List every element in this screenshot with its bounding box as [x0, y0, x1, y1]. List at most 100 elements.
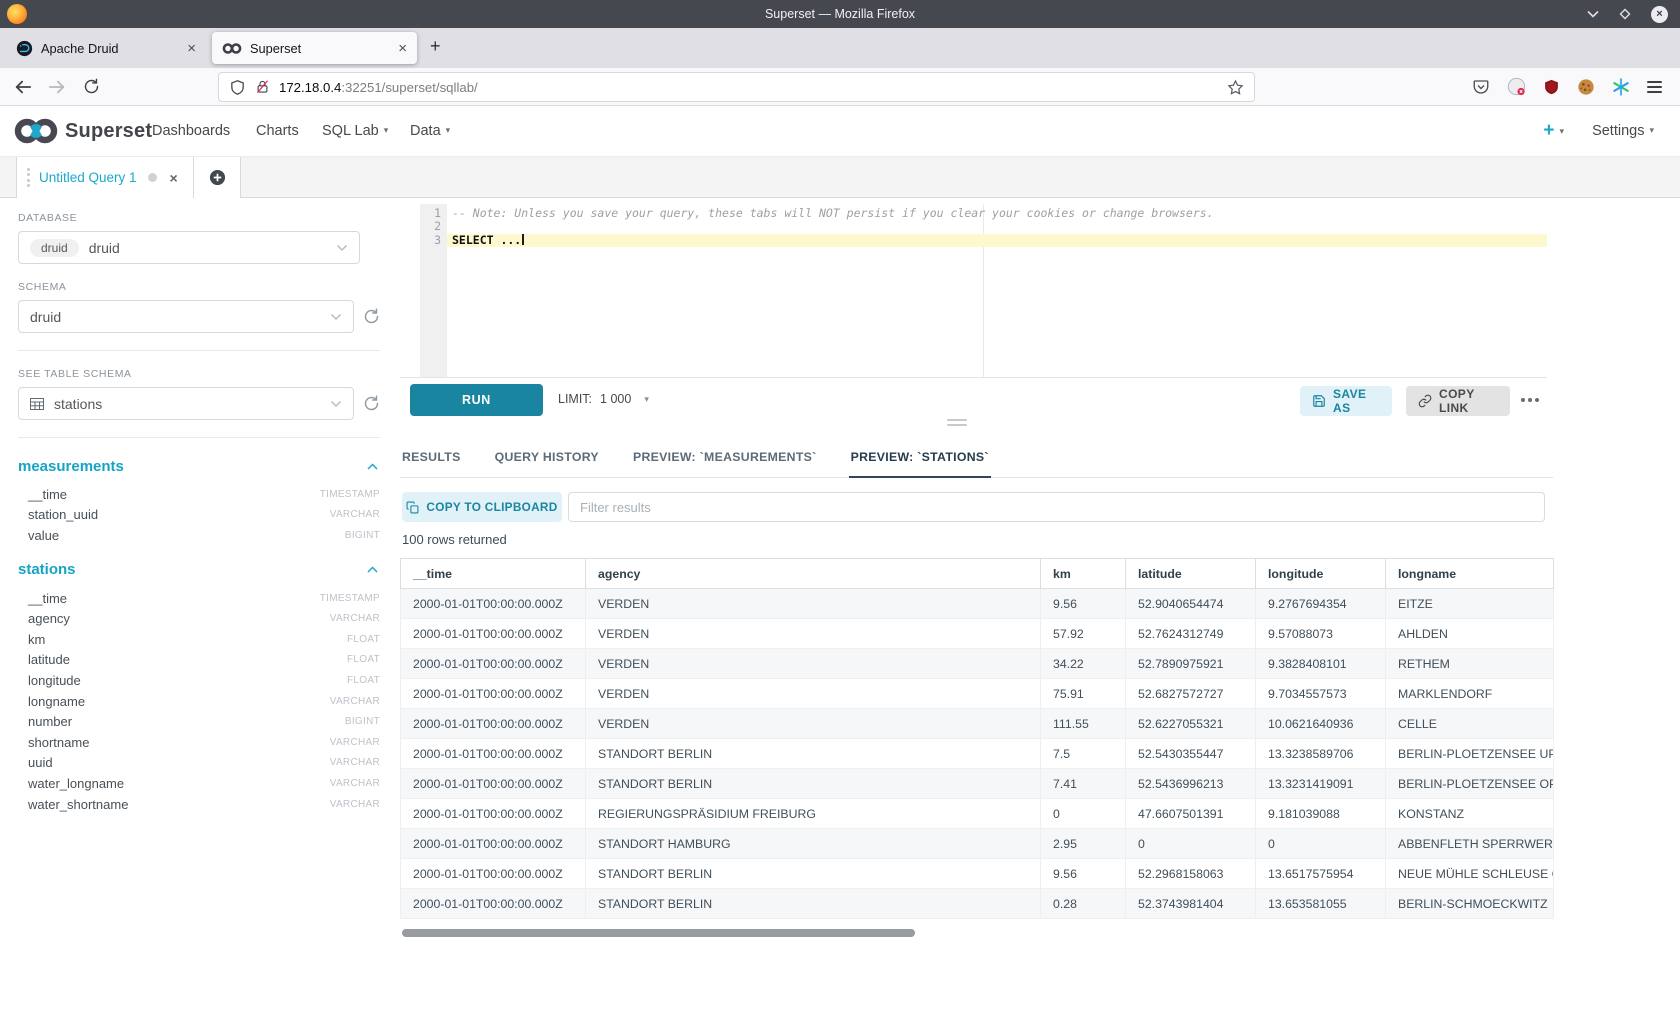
table-cell: BERLIN-PLOETZENSEE OP [1386, 769, 1554, 799]
table-cell: 9.3828408101 [1256, 649, 1386, 679]
nav-item-dashboards[interactable]: Dashboards [152, 123, 230, 139]
schema-select[interactable]: druid [18, 300, 354, 333]
filter-results-input[interactable] [568, 492, 1545, 522]
schema-column-row: __timeTIMESTAMP [18, 484, 380, 505]
database-select[interactable]: druid druid [18, 231, 360, 264]
table-cell: 2000-01-01T00:00:00.000Z [401, 799, 586, 829]
tab-close-icon[interactable]: × [398, 41, 407, 56]
schema-column-row: latitudeFLOAT [18, 650, 380, 671]
table-cell: 2000-01-01T00:00:00.000Z [401, 649, 586, 679]
table-row: 2000-01-01T00:00:00.000ZSTANDORT BERLIN0… [401, 889, 1554, 919]
window-title: Superset — Mozilla Firefox [0, 7, 1680, 21]
sql-editor[interactable]: 123 -- Note: Unless you save your query,… [420, 204, 1547, 377]
column-header-__time[interactable]: __time [401, 559, 586, 589]
window-close-button[interactable]: × [1651, 6, 1668, 23]
insecure-lock-icon[interactable] [255, 79, 270, 95]
settings-menu[interactable]: Settings▾ [1592, 123, 1654, 139]
table-cell: 2000-01-01T00:00:00.000Z [401, 679, 586, 709]
table-schema-select[interactable]: stations [18, 387, 354, 420]
copy-link-button[interactable]: COPY LINK [1406, 386, 1510, 416]
drag-grip-icon [27, 168, 30, 188]
column-type: BIGINT [345, 530, 380, 541]
unsaved-indicator-dot [148, 173, 157, 182]
browser-tab-apache-druid[interactable]: Apache Druid × [6, 32, 206, 64]
window-maximize-button[interactable] [1618, 7, 1632, 21]
schema-table-toggle[interactable]: measurements [18, 455, 378, 477]
table-cell: 9.56 [1041, 859, 1126, 889]
pocket-icon[interactable] [1472, 78, 1490, 96]
chevron-down-icon: ▾ [446, 125, 451, 135]
table-cell: 52.5430355447 [1126, 739, 1256, 769]
save-as-button[interactable]: SAVE AS [1300, 386, 1392, 416]
browser-tab-superset[interactable]: Superset × [212, 32, 417, 64]
bookmark-star-icon[interactable] [1227, 79, 1244, 96]
schema-value: druid [30, 309, 61, 325]
table-cell: BERLIN-SCHMOECKWITZ [1386, 889, 1554, 919]
code-line: SELECT ... [447, 234, 1547, 247]
menu-icon[interactable] [1647, 78, 1662, 96]
horizontal-scrollbar[interactable] [400, 929, 1553, 937]
extension-icon[interactable] [1507, 77, 1526, 96]
reload-icon[interactable] [83, 78, 100, 95]
tab-close-icon[interactable]: × [187, 41, 196, 56]
scrollbar-thumb[interactable] [402, 929, 915, 937]
query-tab-untitled-query-1[interactable]: Untitled Query 1 × [16, 157, 194, 198]
table-cell: ABBENFLETH SPERRWERK [1386, 829, 1554, 859]
shield-icon[interactable] [229, 79, 246, 96]
table-cell: 7.41 [1041, 769, 1126, 799]
copy-to-clipboard-button[interactable]: COPY TO CLIPBOARD [402, 492, 562, 522]
window-minimize-button[interactable] [1587, 10, 1599, 18]
column-name: __time [28, 487, 67, 502]
results-tab-0[interactable]: RESULTS [400, 437, 463, 478]
results-tab-1[interactable]: QUERY HISTORY [493, 437, 601, 478]
cookie-icon[interactable] [1577, 78, 1595, 96]
table-row: 2000-01-01T00:00:00.000ZSTANDORT BERLIN7… [401, 769, 1554, 799]
column-header-longitude[interactable]: longitude [1256, 559, 1386, 589]
table-cell: 111.55 [1041, 709, 1126, 739]
column-header-longname[interactable]: longname [1386, 559, 1554, 589]
table-cell: 2000-01-01T00:00:00.000Z [401, 739, 586, 769]
schema-table-toggle[interactable]: stations [18, 559, 378, 581]
url-text[interactable]: 172.18.0.4:32251/superset/sqllab/ [279, 80, 478, 95]
table-row: 2000-01-01T00:00:00.000ZSTANDORT BERLIN9… [401, 859, 1554, 889]
chevron-up-icon[interactable] [367, 566, 378, 573]
results-tab-2[interactable]: PREVIEW: `MEASUREMENTS` [631, 437, 819, 478]
code-line: -- Note: Unless you save your query, the… [447, 207, 1547, 220]
pane-resize-handle[interactable] [947, 419, 967, 429]
asterisk-extension-icon[interactable] [1612, 78, 1630, 96]
code-line [447, 220, 1547, 233]
refresh-table-icon[interactable] [363, 395, 380, 412]
nav-item-sql-lab[interactable]: SQL Lab▾ [322, 123, 388, 139]
table-cell: 13.653581055 [1256, 889, 1386, 919]
nav-item-data[interactable]: Data▾ [410, 123, 450, 139]
forward-icon[interactable] [48, 79, 66, 95]
druid-favicon [16, 40, 33, 57]
editor-gutter: 123 [420, 204, 447, 377]
table-cell: 52.3743981404 [1126, 889, 1256, 919]
back-icon[interactable] [14, 79, 32, 95]
schema-column-row: shortnameVARCHAR [18, 732, 380, 753]
editor-code-area[interactable]: -- Note: Unless you save your query, the… [447, 207, 1547, 247]
column-header-agency[interactable]: agency [586, 559, 1041, 589]
limit-control[interactable]: LIMIT: 1 000 ▾ [558, 392, 649, 406]
ublock-shield-icon[interactable] [1543, 78, 1560, 96]
column-header-latitude[interactable]: latitude [1126, 559, 1256, 589]
table-cell: 2000-01-01T00:00:00.000Z [401, 889, 586, 919]
new-query-tab-button[interactable] [194, 157, 241, 198]
new-tab-button[interactable]: + [430, 37, 441, 55]
nav-item-charts[interactable]: Charts [256, 123, 299, 139]
see-table-schema-label: SEE TABLE SCHEMA [18, 368, 380, 380]
column-header-km[interactable]: km [1041, 559, 1126, 589]
refresh-schema-icon[interactable] [363, 308, 380, 325]
url-bar[interactable]: 172.18.0.4:32251/superset/sqllab/ [218, 72, 1255, 102]
limit-value: 1 000 [600, 392, 631, 406]
superset-logo[interactable]: Superset [12, 115, 152, 147]
run-button[interactable]: RUN [410, 384, 543, 416]
query-tab-close-icon[interactable]: × [170, 170, 178, 186]
schema-column-row: valueBIGINT [18, 525, 380, 546]
add-new-button[interactable]: +▾ [1543, 121, 1564, 140]
more-options-icon[interactable] [1521, 398, 1539, 402]
results-tab-3[interactable]: PREVIEW: `STATIONS` [849, 437, 991, 478]
chevron-up-icon[interactable] [367, 463, 378, 470]
query-tab-title: Untitled Query 1 [39, 170, 137, 185]
